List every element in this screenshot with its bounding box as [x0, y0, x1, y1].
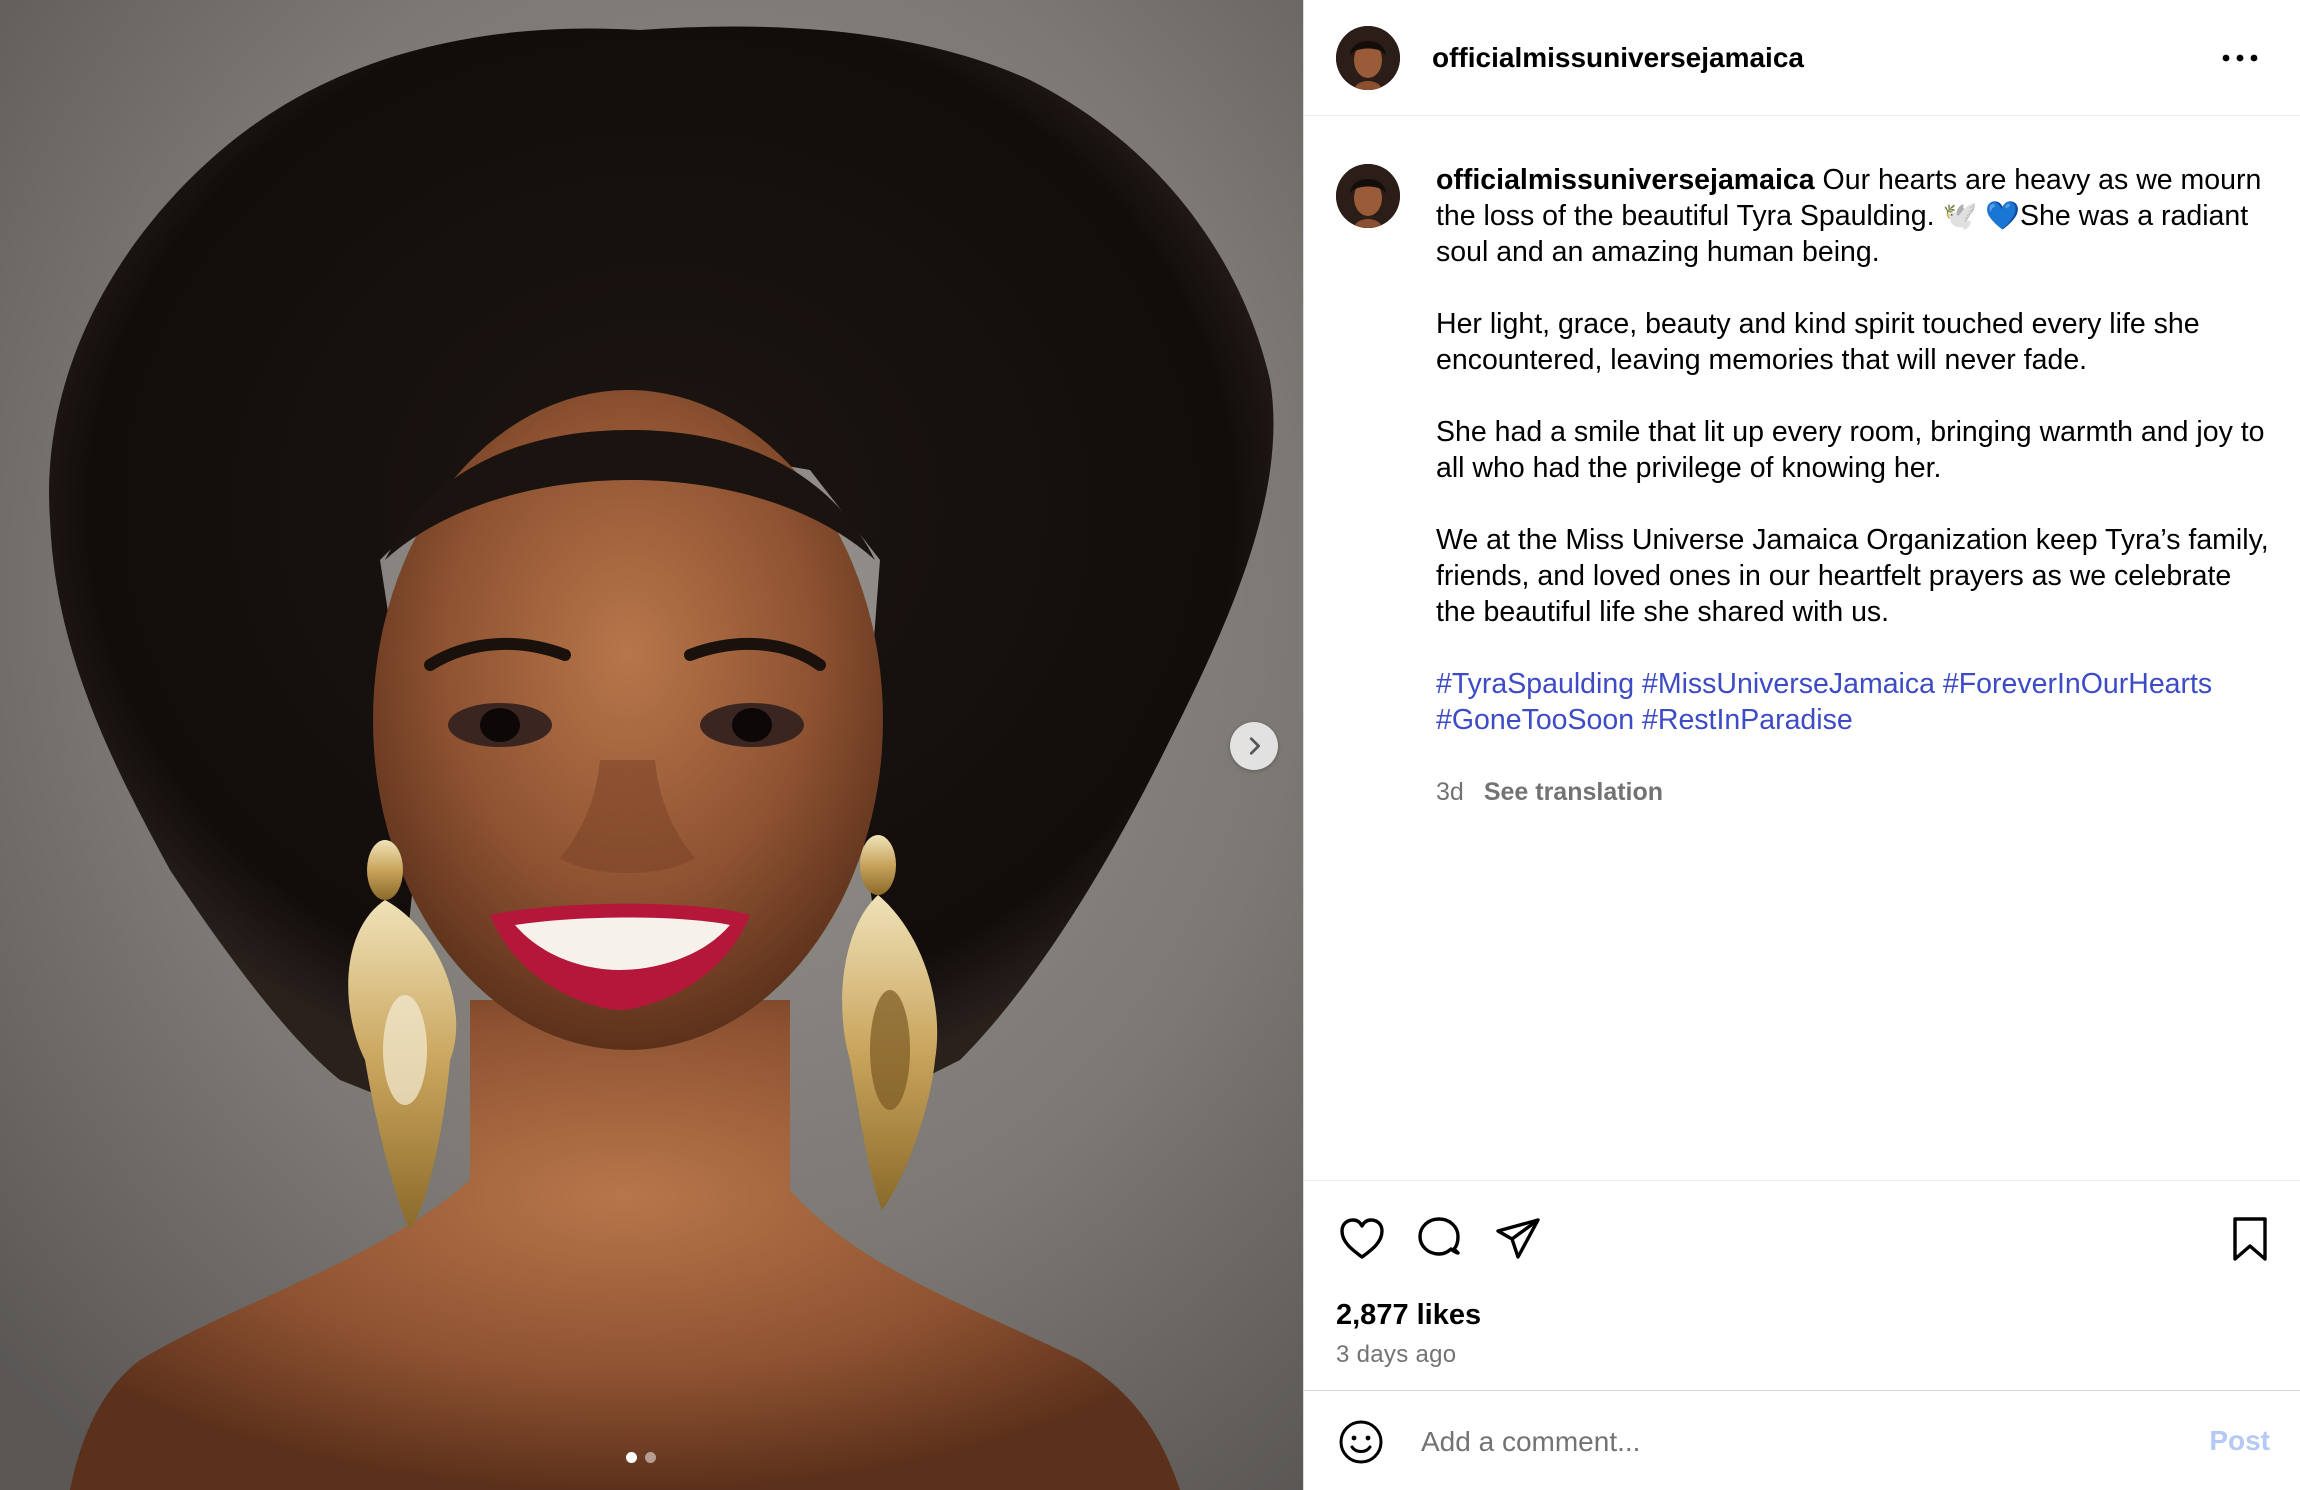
hashtag-link[interactable]: #MissUniverseJamaica [1642, 668, 1935, 700]
action-bar: 2,877 likes 3 days ago [1304, 1180, 2300, 1390]
see-translation-button[interactable]: See translation [1484, 778, 1663, 806]
comment-bar: Post [1304, 1390, 2300, 1490]
caption-age[interactable]: 3d [1436, 778, 1464, 806]
comment-input[interactable] [1419, 1415, 2123, 1469]
instagram-post: officialmissuniversejamaica officialmiss… [0, 0, 2300, 1490]
caption-emojis: 🕊️ 💙 [1942, 200, 2020, 231]
like-count[interactable]: 2,877 likes [1336, 1299, 1481, 1332]
post-side-panel: officialmissuniversejamaica officialmiss… [1303, 0, 2300, 1490]
caption-paragraph-4: We at the Miss Universe Jamaica Organiza… [1436, 524, 2269, 628]
caption-paragraph-2: Her light, grace, beauty and kind spirit… [1436, 308, 2200, 376]
carousel-indicator [626, 1452, 656, 1463]
chevron-right-icon [1249, 737, 1260, 755]
comment-icon[interactable] [1414, 1213, 1466, 1265]
share-icon[interactable] [1492, 1213, 1544, 1265]
author-username[interactable]: officialmissuniversejamaica [1432, 42, 1804, 74]
post-caption: officialmissuniversejamaica Our hearts a… [1436, 162, 2276, 810]
hashtag-link[interactable]: #ForeverInOurHearts [1943, 668, 2212, 700]
caption-area: officialmissuniversejamaica Our hearts a… [1304, 116, 2300, 1180]
carousel-dot [645, 1452, 656, 1463]
caption-username[interactable]: officialmissuniversejamaica [1436, 164, 1815, 196]
hashtag-link[interactable]: #TyraSpaulding [1436, 668, 1634, 700]
caption-hashtags: #TyraSpaulding #MissUniverseJamaica #For… [1436, 666, 2276, 738]
post-header: officialmissuniversejamaica [1304, 0, 2300, 116]
emoji-icon[interactable] [1336, 1417, 1386, 1467]
post-timestamp[interactable]: 3 days ago [1336, 1341, 1456, 1369]
caption-meta: 3d See translation [1436, 774, 2276, 810]
author-avatar[interactable] [1336, 25, 1400, 90]
hashtag-link[interactable]: #GoneTooSoon [1436, 704, 1634, 736]
carousel-dot-active [626, 1452, 637, 1463]
post-comment-button[interactable]: Post [2209, 1425, 2270, 1457]
post-photo [0, 0, 1303, 1490]
carousel-next-button[interactable] [1230, 722, 1278, 770]
caption-paragraph-1: officialmissuniversejamaica Our hearts a… [1436, 162, 2276, 270]
avatar-image [1336, 25, 1400, 90]
more-options-icon[interactable] [2218, 40, 2262, 76]
heart-icon[interactable] [1336, 1213, 1388, 1265]
avatar-image [1336, 164, 1400, 228]
caption-paragraph-3: She had a smile that lit up every room, … [1436, 416, 2265, 484]
post-media[interactable] [0, 0, 1303, 1490]
caption-avatar[interactable] [1336, 164, 1400, 228]
hashtag-link[interactable]: #RestInParadise [1642, 704, 1853, 736]
bookmark-icon[interactable] [2224, 1213, 2276, 1265]
